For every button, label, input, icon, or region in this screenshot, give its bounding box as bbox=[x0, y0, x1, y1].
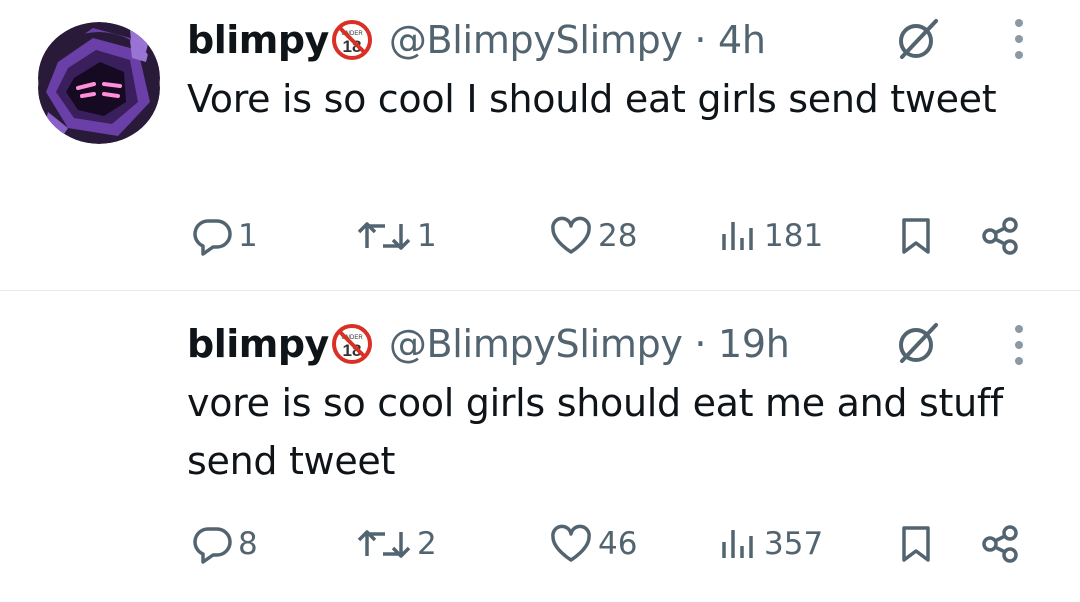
repost-icon bbox=[357, 530, 411, 558]
more-vertical-icon[interactable] bbox=[1006, 322, 1032, 372]
heart-icon bbox=[551, 524, 591, 562]
like-button[interactable]: 46 bbox=[548, 514, 637, 574]
views-button[interactable]: 357 bbox=[716, 514, 823, 574]
separator: · bbox=[682, 322, 718, 366]
avatar[interactable] bbox=[38, 32, 160, 144]
action-bar: 8 2 46 357 bbox=[0, 514, 1080, 574]
share-button[interactable] bbox=[978, 514, 1022, 574]
bookmark-icon bbox=[902, 526, 930, 562]
avatar-image bbox=[38, 32, 160, 144]
tweet-text: vore is so cool girls should eat me and … bbox=[187, 381, 1004, 483]
share-icon bbox=[982, 525, 1018, 563]
timestamp[interactable]: 19h bbox=[718, 322, 790, 366]
views-icon bbox=[722, 530, 753, 558]
handle[interactable]: @BlimpySlimpy bbox=[389, 322, 683, 366]
under-18-badge-icon: UNDER 18 bbox=[331, 324, 372, 364]
repost-count: 2 bbox=[417, 526, 437, 562]
like-count: 46 bbox=[598, 526, 638, 562]
tweet-header: blimpy UNDER 18 @BlimpySlimpy · 19h bbox=[187, 316, 790, 372]
views-count: 357 bbox=[764, 526, 824, 562]
reply-button[interactable]: 8 bbox=[190, 514, 258, 574]
display-name[interactable]: blimpy bbox=[187, 322, 329, 366]
tweet[interactable]: blimpy UNDER 18 @BlimpySlimpy · 19h vore… bbox=[0, 0, 1080, 602]
repost-button[interactable]: 2 bbox=[355, 514, 437, 574]
bookmark-button[interactable] bbox=[896, 514, 936, 574]
reply-count: 8 bbox=[238, 526, 258, 562]
reply-icon bbox=[193, 527, 232, 564]
grok-icon[interactable] bbox=[892, 318, 942, 368]
